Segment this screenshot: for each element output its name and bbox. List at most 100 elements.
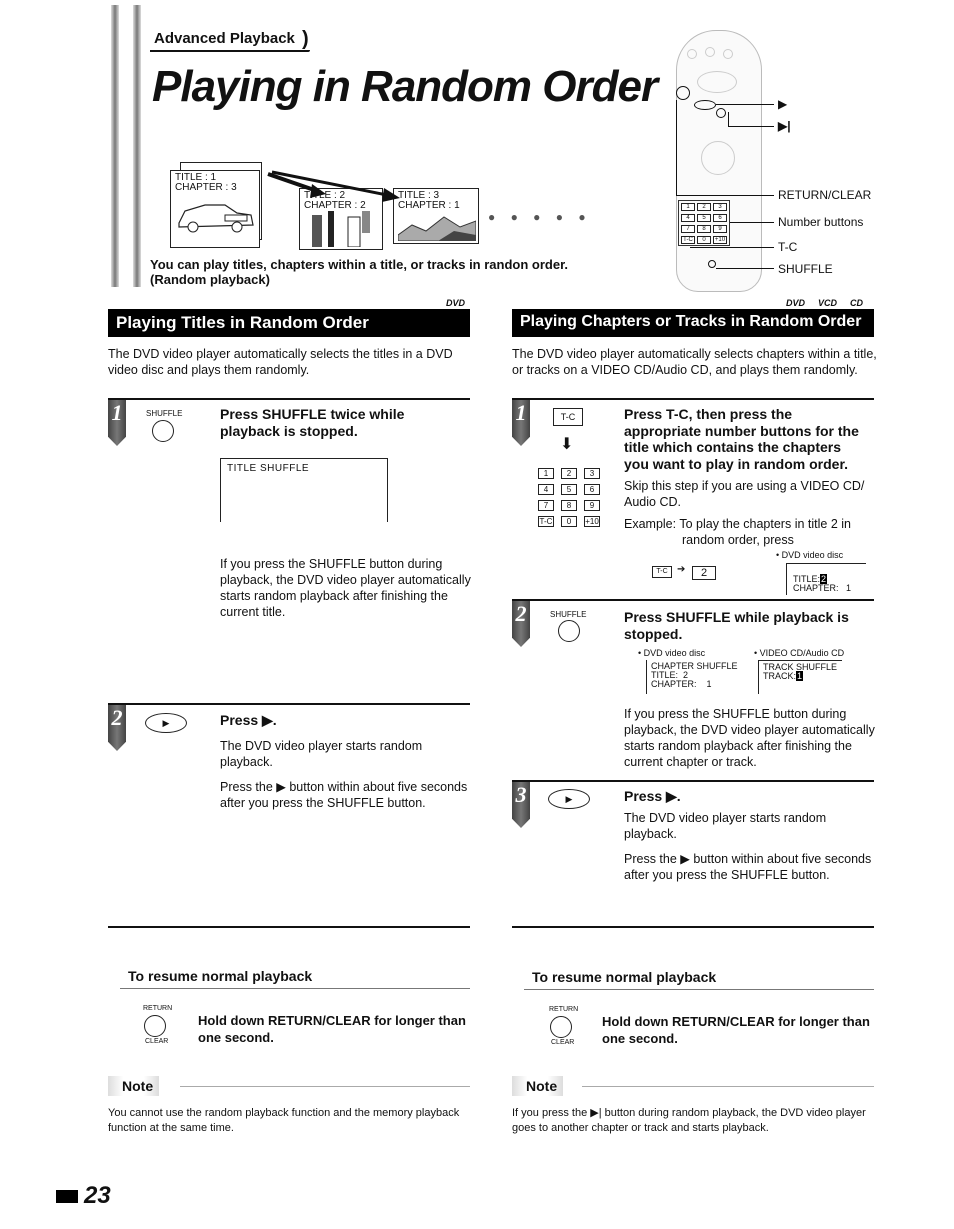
remote-dpad [697, 71, 737, 93]
step-body: If you press the SHUFFLE button during p… [220, 557, 471, 619]
step-heading-line: title which contains the chapters [624, 439, 842, 455]
page-marker [56, 1190, 78, 1203]
skip-button-marker [716, 108, 726, 118]
return-clear-button-icon [144, 1015, 166, 1037]
return-button-marker [676, 86, 690, 100]
play-button-marker [694, 100, 716, 110]
callout-return-clear: RETURN/CLEAR [778, 188, 872, 202]
clear-label: CLEAR [145, 1038, 169, 1045]
key-7-icon: 7 [538, 500, 554, 511]
step-divider [108, 398, 470, 400]
instruction-line: Hold down RETURN/CLEAR for longer than [198, 1013, 466, 1028]
frame-1: TITLE : 1 CHAPTER : 3 [170, 170, 260, 248]
intro-text: You can play titles, chapters within a t… [150, 257, 568, 287]
key-1-icon: 1 [681, 203, 695, 211]
note-label: Note [512, 1076, 564, 1096]
note-text: If you press the ▶| button during random… [512, 1107, 866, 1134]
step-heading: Press ▶. [624, 788, 681, 804]
resume-underline [120, 988, 470, 989]
shuffle-button-icon [558, 620, 580, 642]
section-header-chapters: Playing Chapters or Tracks in Random Ord… [512, 309, 874, 337]
disc-tag-dvd: DVD [786, 298, 806, 308]
step-body: The DVD video player starts random playb… [220, 739, 423, 769]
step-heading: Press SHUFFLE while playback is stopped. [624, 609, 849, 642]
step-body: Skip this step if you are using a VIDEO … [624, 479, 865, 509]
instruction-line: Hold down RETURN/CLEAR for longer than [602, 1014, 870, 1029]
step-divider [512, 780, 874, 782]
building-icon [312, 211, 370, 248]
key-6-icon: 6 [713, 214, 727, 222]
key-2-icon: 2 [697, 203, 711, 211]
key-6-icon: 6 [584, 484, 600, 495]
key-5-icon: 5 [697, 214, 711, 222]
note-rule [180, 1086, 470, 1087]
callout-tc: T-C [778, 240, 798, 254]
osd-display-dvd: CHAPTER SHUFFLE TITLE: 2 CHAPTER: 1 [646, 660, 738, 694]
step-heading-line: you want to play in random order. [624, 455, 849, 472]
section-description: The DVD video player automatically selec… [108, 347, 453, 377]
section-divider [108, 926, 470, 928]
callout-shuffle: SHUFFLE [778, 262, 833, 276]
key-4-icon: 4 [538, 484, 554, 495]
osd-caption: • DVD video disc [638, 648, 706, 658]
key-5-icon: 5 [561, 484, 577, 495]
callout-line [716, 104, 774, 105]
callout-line [676, 195, 774, 196]
key-10-icon: +10 [584, 516, 600, 527]
key-8-icon: 8 [697, 225, 711, 233]
step-divider [512, 398, 874, 400]
return-label: RETURN [143, 1005, 173, 1012]
tc-key-icon: T-C [652, 566, 672, 578]
step-heading: Press SHUFFLE twice while playback is st… [220, 406, 404, 439]
callout-line [716, 268, 774, 269]
step-divider [108, 703, 470, 705]
breadcrumb-underline [150, 50, 310, 52]
breadcrumb: Advanced Playback [154, 30, 295, 47]
key-9-icon: 9 [584, 500, 600, 511]
play-button-icon: ▶ [548, 789, 590, 809]
step-heading: Press T-C, then press the appropriate nu… [624, 406, 859, 472]
note-rule [582, 1086, 874, 1087]
section-description: The DVD video player automatically selec… [512, 347, 877, 377]
page-title: Playing in Random Order [152, 62, 658, 111]
key-2-icon: 2 [561, 468, 577, 479]
step-heading-line: Press SHUFFLE twice while [220, 406, 405, 422]
car-icon [178, 204, 254, 233]
instruction-line: one second. [198, 1029, 274, 1045]
key-7-icon: 7 [681, 225, 695, 233]
shuffle-button-icon [152, 420, 174, 442]
callout-skip: ▶| [778, 119, 791, 133]
osd-caption: • VIDEO CD/Audio CD [754, 648, 845, 658]
resume-heading: To resume normal playback [128, 968, 313, 984]
step-divider [512, 599, 874, 601]
example-text: Example: To play the chapters in title 2… [624, 517, 851, 531]
osd-caption: • DVD video disc [776, 550, 844, 560]
osd-track-label: TRACK: [763, 671, 797, 681]
arrow-right-icon: ➔ [677, 564, 686, 575]
step-number: 3 [512, 782, 530, 828]
step-body: The DVD video player starts random playb… [624, 811, 827, 841]
resume-underline [524, 989, 874, 990]
shuffle-button-label: SHUFFLE [146, 409, 183, 418]
step-body: Press the ▶ button within about five sec… [220, 780, 468, 810]
intro-line: (Random playback) [150, 272, 270, 287]
intro-line: You can play titles, chapters within a t… [150, 257, 569, 272]
osd-display: TITLE:2 CHAPTER: 1 [786, 563, 866, 595]
remote-button [687, 49, 697, 59]
key-4-icon: 4 [681, 214, 695, 222]
resume-instruction: Hold down RETURN/CLEAR for longer than o… [198, 1013, 466, 1046]
example-text: random order, press [682, 533, 794, 547]
instruction-line: one second. [602, 1030, 678, 1046]
step-heading: Press ▶. [220, 712, 277, 728]
key-1-icon: 1 [538, 468, 554, 479]
key-8-icon: 8 [561, 500, 577, 511]
section-header-titles: Playing Titles in Random Order [108, 309, 470, 337]
step-heading-line: stopped. [624, 625, 683, 642]
key-9-icon: 9 [713, 225, 727, 233]
disc-tag-cd: CD [850, 298, 863, 308]
callout-line [728, 126, 774, 127]
decorative-bar [133, 5, 141, 287]
osd-line: CHAPTER: 1 [651, 679, 712, 689]
key-tc-icon: T-C [681, 236, 695, 244]
shuffle-button-marker [708, 260, 716, 268]
